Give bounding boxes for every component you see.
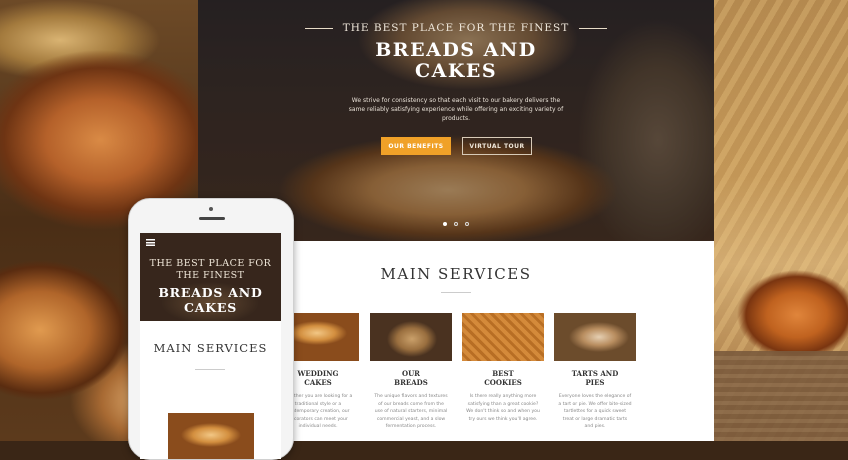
hamburger-menu-icon[interactable] <box>146 239 155 246</box>
phone-services-title: MAIN SERVICES <box>153 341 268 355</box>
service-card-best-cookies[interactable]: BEST COOKIES Is there really anything mo… <box>462 313 544 423</box>
service-card-tarts-and-pies[interactable]: TARTS AND PIES Everyone loves the elegan… <box>554 313 636 431</box>
service-name-line1: BEST <box>492 369 514 378</box>
phone-hero-subtitle: THE BEST PLACE FOR THE FINEST <box>140 258 281 282</box>
phone-speaker <box>199 217 225 220</box>
phone-screen: THE BEST PLACE FOR THE FINEST BREADS AND… <box>140 233 281 459</box>
service-name-line1: OUR <box>401 369 421 378</box>
phone-subtitle-line1: THE BEST PLACE FOR <box>149 258 272 269</box>
service-name: TARTS AND PIES <box>554 369 636 387</box>
service-name-line2: BREADS <box>394 378 428 387</box>
subtitle-line-left <box>304 27 333 29</box>
service-name-line2: COOKIES <box>484 378 522 387</box>
phone-hero: THE BEST PLACE FOR THE FINEST BREADS AND… <box>140 233 281 321</box>
hero-title-line2: CAKES <box>414 60 498 82</box>
phone-title-line1: BREADS AND <box>158 285 263 300</box>
wood-table <box>712 351 848 441</box>
phone-mockup: THE BEST PLACE FOR THE FINEST BREADS AND… <box>128 198 294 460</box>
service-description: Everyone loves the elegance of a tart or… <box>558 394 632 429</box>
hero-description: We strive for consistency so that each v… <box>348 97 564 122</box>
service-photo <box>554 313 636 361</box>
background-wheat-right <box>712 0 848 441</box>
our-benefits-button[interactable]: OUR BENEFITS <box>381 137 451 155</box>
hero-title-line1: BREADS AND <box>375 39 537 61</box>
service-card-our-breads[interactable]: OUR BREADS The unique flavors and textur… <box>370 313 452 431</box>
subtitle-line-right <box>579 27 608 29</box>
hero-subtitle-row: THE BEST PLACE FOR THE FINEST <box>198 22 714 34</box>
phone-title-line2: CAKES <box>183 300 238 315</box>
phone-camera <box>209 207 213 211</box>
services-divider <box>441 292 471 293</box>
service-name-line1: TARTS AND <box>571 369 619 378</box>
service-name: BEST COOKIES <box>462 369 544 387</box>
phone-service-photo <box>168 413 254 459</box>
phone-subtitle-line2: THE FINEST <box>176 270 245 281</box>
slider-dot-2[interactable] <box>454 222 458 226</box>
hero-subtitle: THE BEST PLACE FOR THE FINEST <box>342 22 570 34</box>
service-name: OUR BREADS <box>370 369 452 387</box>
service-description: Is there really anything more satisfying… <box>466 394 540 422</box>
service-photo <box>370 313 452 361</box>
service-description: The unique flavors and textures of our b… <box>374 394 448 429</box>
phone-hero-title: BREADS AND CAKES <box>140 285 281 315</box>
hero-title: BREADS AND CAKES <box>198 40 714 82</box>
service-name-line2: PIES <box>585 378 605 387</box>
slider-dot-1[interactable] <box>443 222 447 226</box>
service-photo <box>462 313 544 361</box>
virtual-tour-button[interactable]: VIRTUAL TOUR <box>462 137 532 155</box>
phone-services-divider <box>195 369 225 370</box>
slider-dot-3[interactable] <box>465 222 469 226</box>
